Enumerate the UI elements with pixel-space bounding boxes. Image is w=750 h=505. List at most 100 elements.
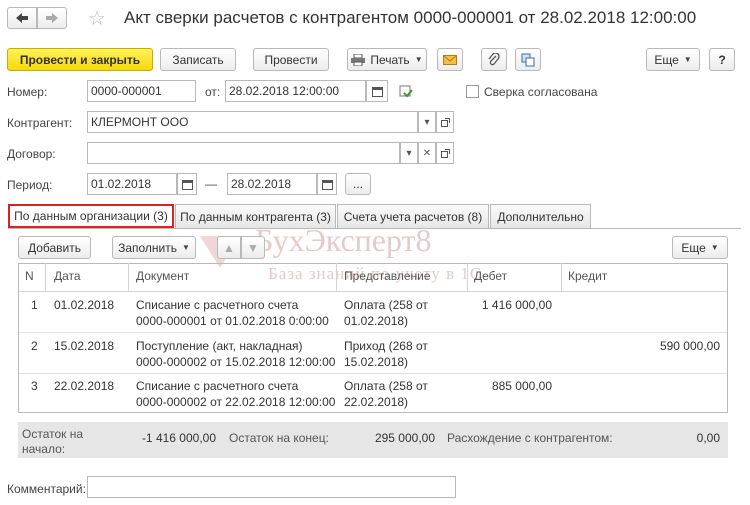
start-balance-value: -1 416 000,00 [141,431,216,445]
favorite-star-icon[interactable]: ☆ [88,6,106,31]
table-more-button[interactable]: Еще ▼ [672,236,728,259]
help-button[interactable]: ? [709,48,735,71]
discrepancy-value: 0,00 [696,431,720,445]
row-representation-line1: Оплата (258 от [344,298,428,312]
start-balance-label-line2: начало: [22,442,66,456]
chevron-down-icon: ▾ [424,116,430,128]
period-to-calendar-button[interactable] [317,173,337,195]
arrow-left-icon [16,13,28,23]
row-debit: 1 416 000,00 [481,298,552,312]
column-header-debit[interactable]: Дебет [474,269,507,283]
forward-button[interactable] [37,7,67,29]
column-header-date[interactable]: Дата [54,269,81,283]
open-link-icon [440,117,450,127]
date-from-label: от: [205,85,221,99]
calendar-icon [321,179,333,190]
column-divider [45,263,46,291]
chevron-down-icon: ▼ [710,243,719,252]
more-button[interactable]: Еще ▼ [646,48,700,71]
date-field[interactable]: 28.02.2018 12:00:00 [225,80,366,102]
row-representation-line1: Приход (268 от [344,339,428,353]
tab-organization-data[interactable]: По данным организации (3) [8,204,174,228]
tab-settlement-accounts[interactable]: Счета учета расчетов (8) [337,204,489,228]
email-button[interactable] [437,48,463,71]
row-document-line2: 0000-000001 от 01.02.2018 0:00:00 [136,314,329,328]
row-representation-line1: Оплата (258 от [344,379,428,393]
row-number: 1 [31,298,38,312]
agreed-label: Сверка согласована [484,85,598,99]
period-select-button[interactable]: ... [345,173,371,195]
period-dash: — [205,177,217,191]
chevron-down-icon: ▼ [683,55,692,64]
column-divider [467,263,468,291]
column-header-credit[interactable]: Кредит [568,269,607,283]
arrow-down-icon: ▼ [247,240,259,255]
period-from-calendar-button[interactable] [177,173,197,195]
chevron-down-icon: ▾ [406,147,412,159]
agreed-checkbox[interactable] [466,85,479,98]
row-document-line1: Поступление (акт, накладная) [136,339,303,353]
print-button[interactable]: Печать ▼ [347,48,427,71]
post-button[interactable]: Провести [253,48,329,71]
contract-dropdown-button[interactable]: ▾ [400,142,418,164]
tab-counterparty-data[interactable]: По данным контрагента (3) [175,204,336,228]
column-divider [128,263,129,291]
chevron-down-icon: ▼ [414,55,423,64]
row-date: 15.02.2018 [54,339,115,353]
save-button[interactable]: Записать [160,48,236,71]
column-header-n[interactable]: N [25,269,34,283]
document-status-icon[interactable] [399,84,413,101]
post-and-close-button[interactable]: Провести и закрыть [7,48,153,71]
row-number: 2 [31,339,38,353]
tab-panel-border [8,228,741,229]
fill-label: Заполнить [118,240,177,255]
counterparty-field[interactable]: КЛЕРМОНТ ООО [87,111,418,133]
counterparty-open-button[interactable] [436,111,454,133]
row-document-line1: Списание с расчетного счета [136,379,299,393]
close-icon: ✕ [422,147,432,159]
contract-label: Договор: [7,147,56,161]
contract-open-button[interactable] [436,142,454,164]
end-balance-label: Остаток на конец: [229,431,329,445]
row-number: 3 [31,379,38,393]
date-calendar-button[interactable] [366,80,388,102]
number-field[interactable]: 0000-000001 [87,80,196,102]
row-representation-line2: 01.02.2018) [344,314,409,328]
column-divider [336,263,337,291]
structure-button[interactable] [515,48,541,71]
comment-field[interactable] [87,476,456,498]
counterparty-label: Контрагент: [7,116,73,130]
envelope-icon [443,54,457,65]
row-representation-line2: 22.02.2018) [344,395,409,409]
column-header-document[interactable]: Документ [136,269,189,283]
document-structure-icon [521,53,535,66]
move-down-button[interactable]: ▼ [241,236,265,259]
row-document-line2: 0000-000002 от 22.02.2018 12:00:00 [136,395,336,409]
contract-clear-button[interactable]: ✕ [418,142,436,164]
start-balance-label-line1: Остаток на [22,427,84,441]
period-from-field[interactable]: 01.02.2018 [87,173,177,195]
fill-button[interactable]: Заполнить ▼ [112,236,196,259]
row-date: 01.02.2018 [54,298,115,312]
row-debit: 885 000,00 [491,379,552,393]
tab-additional[interactable]: Дополнительно [490,204,591,228]
attach-button[interactable] [481,48,507,71]
more-label: Еще [654,52,679,67]
number-label: Номер: [7,85,48,99]
back-button[interactable] [7,7,37,29]
discrepancy-label: Расхождение с контрагентом: [447,431,613,445]
row-credit: 590 000,00 [659,339,720,353]
page-title: Акт сверки расчетов с контрагентом 0000-… [124,8,697,27]
period-to-field[interactable]: 28.02.2018 [227,173,317,195]
end-balance-value: 295 000,00 [374,431,435,445]
calendar-icon [181,179,193,190]
add-row-button[interactable]: Добавить [18,236,91,259]
contract-field[interactable] [87,142,400,164]
period-label: Период: [7,178,53,192]
calendar-icon [371,86,383,97]
counterparty-dropdown-button[interactable]: ▾ [418,111,436,133]
chevron-down-icon: ▼ [182,243,190,252]
row-document-line1: Списание с расчетного счета [136,298,299,312]
column-header-representation[interactable]: Представление [344,269,431,283]
move-up-button[interactable]: ▲ [217,236,241,259]
